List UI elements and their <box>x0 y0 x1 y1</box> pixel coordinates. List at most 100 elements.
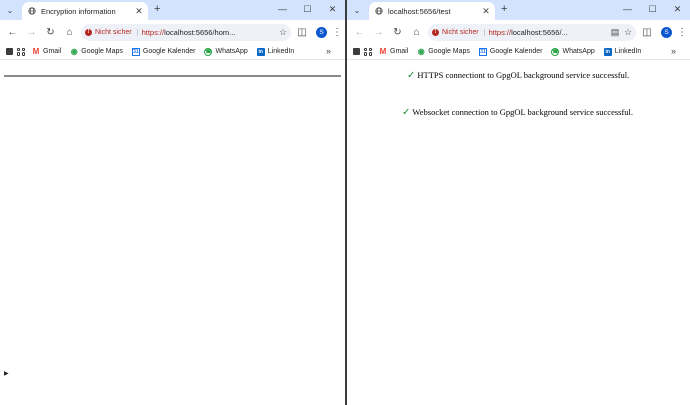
address-bar[interactable]: ! Nicht sicher https://localhost:5656/hom… <box>81 23 291 41</box>
whatsapp-icon: ☎ <box>204 47 213 56</box>
back-arrow-left-icon[interactable]: ← <box>350 23 369 42</box>
bookmark-whatsapp[interactable]: ☎ WhatsApp <box>204 47 248 56</box>
whatsapp-icon: ☎ <box>551 47 560 56</box>
bookmark-whatsapp[interactable]: ☎ WhatsApp <box>551 47 595 56</box>
tab-localhost-test[interactable]: localhost:5656/test ✕ <box>369 2 495 20</box>
maximize-icon[interactable]: ☐ <box>640 3 665 15</box>
bookmark-linkedin[interactable]: in LinkedIn <box>256 47 295 56</box>
profile-avatar[interactable]: S <box>316 26 327 38</box>
tab-groups-icon[interactable] <box>6 48 13 55</box>
url-text[interactable]: https://localhost:5656/... <box>489 28 607 37</box>
toolbar: ← → ↻ ⌂ ! Nicht sicher https://localhost:… <box>0 20 345 44</box>
checkmark-icon: ✓ <box>407 70 416 81</box>
translate-icon[interactable]: ▤ <box>610 27 620 38</box>
calendar-icon: 31 <box>131 47 140 56</box>
bookmark-star-icon[interactable]: ☆ <box>278 27 288 38</box>
extensions-puzzle-icon[interactable]: ◫ <box>293 27 311 38</box>
map-pin-icon: ◉ <box>70 47 78 56</box>
bookmarks-bar: M Gmail ◉ Google Maps 31 Google Kalender ☎ W… <box>347 44 690 60</box>
bookmark-label: Google Maps <box>81 48 123 55</box>
screen: ⌄ Encryption information ✕ + — ☐ ✕ ← → ↻… <box>0 0 690 405</box>
bookmark-gmail[interactable]: M Gmail <box>379 47 409 56</box>
checkmark-icon: ✓ <box>402 107 411 118</box>
browser-window-right: ⌄ localhost:5656/test ✕ + — ☐ ✕ ← → ↻ ⌂ … <box>347 0 690 405</box>
bookmark-label: Gmail <box>43 48 62 55</box>
window-controls: — ☐ ✕ <box>270 3 345 15</box>
bookmark-google-maps[interactable]: ◉ Google Maps <box>417 47 470 56</box>
url-host: localhost:5656/... <box>511 27 568 37</box>
tab-encryption-information[interactable]: Encryption information ✕ <box>22 2 148 20</box>
disclosure-triangle-icon[interactable]: ▶ <box>4 370 9 377</box>
bookmark-google-maps[interactable]: ◉ Google Maps <box>70 47 123 56</box>
bookmark-linkedin[interactable]: in LinkedIn <box>603 47 642 56</box>
security-chip[interactable]: ! Nicht sicher <box>432 28 485 36</box>
reload-icon[interactable]: ↻ <box>41 23 60 42</box>
tab-title: Encryption information <box>41 6 116 16</box>
minimize-icon[interactable]: — <box>615 3 640 15</box>
warning-icon: ! <box>432 28 439 36</box>
bookmark-label: Google Kalender <box>489 48 543 55</box>
extensions-puzzle-icon[interactable]: ◫ <box>638 27 656 38</box>
tab-title: localhost:5656/test <box>388 6 451 16</box>
home-icon[interactable]: ⌂ <box>60 23 79 42</box>
browser-window-left: ⌄ Encryption information ✕ + — ☐ ✕ ← → ↻… <box>0 0 345 405</box>
minimize-icon[interactable]: — <box>270 3 295 15</box>
status-text: Websocket connection to GpgOL background… <box>412 107 634 117</box>
url-scheme: https:// <box>141 27 165 37</box>
new-tab-plus-icon[interactable]: + <box>501 3 507 15</box>
tab-close-icon[interactable]: ✕ <box>134 6 144 16</box>
gmail-icon: M <box>379 47 387 56</box>
bookmarks-bar: M Gmail ◉ Google Maps 31 Google Kalender ☎ W… <box>0 44 345 60</box>
tab-search-chevron-down-icon[interactable]: ⌄ <box>351 4 363 16</box>
profile-avatar[interactable]: S <box>661 26 672 38</box>
tab-groups-icon[interactable] <box>353 48 360 55</box>
bookmark-google-kalender[interactable]: 31 Google Kalender <box>131 47 195 56</box>
security-chip[interactable]: ! Nicht sicher <box>85 28 138 36</box>
kebab-menu-icon[interactable]: ⋮ <box>332 27 342 38</box>
gmail-icon: M <box>32 47 40 56</box>
window-controls: — ☐ ✕ <box>615 3 690 15</box>
calendar-icon: 31 <box>478 47 487 56</box>
maximize-icon[interactable]: ☐ <box>295 3 320 15</box>
status-text: HTTPS connectiont to GpgOL background se… <box>417 70 630 80</box>
toolbar: ← → ↻ ⌂ ! Nicht sicher https://localhost:… <box>347 20 690 44</box>
bookmark-label: WhatsApp <box>215 48 248 55</box>
address-bar[interactable]: ! Nicht sicher https://localhost:5656/...… <box>428 23 636 41</box>
bookmark-label: Gmail <box>390 48 409 55</box>
security-chip-label: Nicht sicher <box>442 28 479 36</box>
forward-arrow-right-icon[interactable]: → <box>22 23 41 42</box>
security-chip-label: Nicht sicher <box>95 28 132 36</box>
bookmark-label: WhatsApp <box>562 48 595 55</box>
bookmark-label: LinkedIn <box>267 48 295 55</box>
url-scheme: https:// <box>488 27 512 37</box>
tab-close-icon[interactable]: ✕ <box>481 6 491 16</box>
horizontal-rule <box>4 75 341 77</box>
bookmark-label: Google Maps <box>428 48 470 55</box>
kebab-menu-icon[interactable]: ⋮ <box>677 27 687 38</box>
reload-icon[interactable]: ↻ <box>388 23 407 42</box>
forward-arrow-right-icon[interactable]: → <box>369 23 388 42</box>
new-tab-plus-icon[interactable]: + <box>154 3 160 15</box>
globe-icon <box>28 7 36 15</box>
bookmark-label: LinkedIn <box>614 48 642 55</box>
warning-icon: ! <box>85 28 92 36</box>
home-icon[interactable]: ⌂ <box>407 23 426 42</box>
bookmarks-overflow-chevron-icon[interactable]: » <box>671 46 676 56</box>
url-text[interactable]: https://localhost:5656/hom... <box>142 28 275 37</box>
https-status-message: ✓ HTTPS connectiont to GpgOL background s… <box>407 70 629 81</box>
apps-grid-icon[interactable] <box>17 47 25 56</box>
map-pin-icon: ◉ <box>417 47 425 56</box>
bookmarks-overflow-chevron-icon[interactable]: » <box>326 46 331 56</box>
url-host: localhost:5656/hom... <box>164 27 236 37</box>
linkedin-icon: in <box>603 47 612 56</box>
apps-grid-icon[interactable] <box>364 47 372 56</box>
bookmark-star-icon[interactable]: ☆ <box>623 27 633 38</box>
linkedin-icon: in <box>256 47 265 56</box>
bookmark-gmail[interactable]: M Gmail <box>32 47 62 56</box>
tab-search-chevron-down-icon[interactable]: ⌄ <box>4 4 16 16</box>
window-close-icon[interactable]: ✕ <box>665 3 690 15</box>
back-arrow-left-icon[interactable]: ← <box>3 23 22 42</box>
globe-icon <box>375 7 383 15</box>
window-close-icon[interactable]: ✕ <box>320 3 345 15</box>
bookmark-google-kalender[interactable]: 31 Google Kalender <box>478 47 543 56</box>
